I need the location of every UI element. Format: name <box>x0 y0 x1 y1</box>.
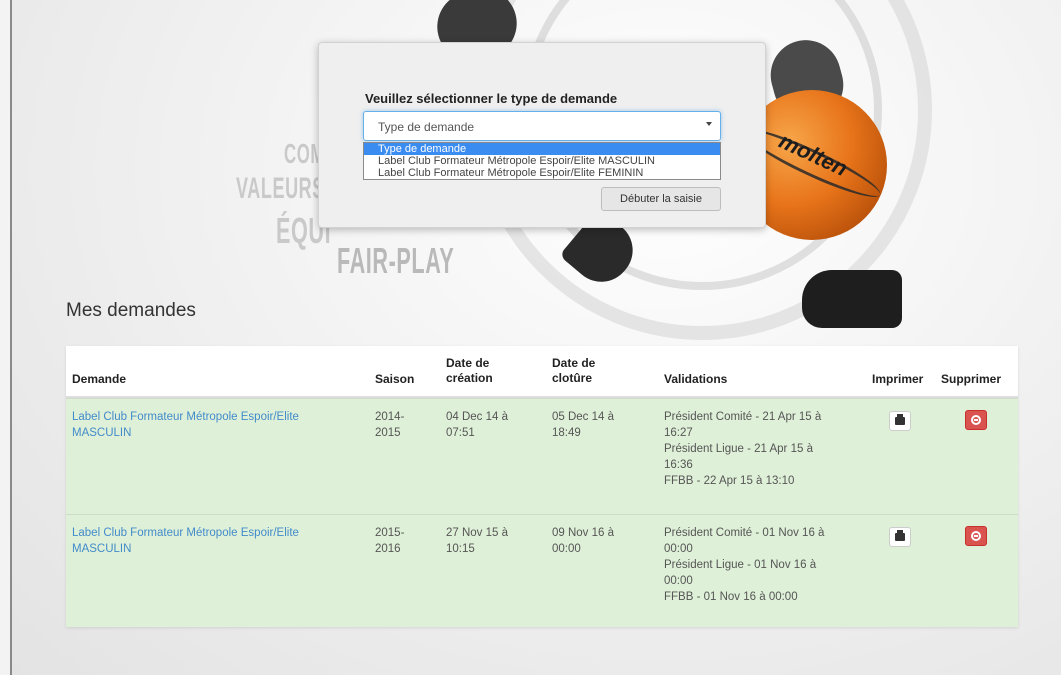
col-imprimer: Imprimer <box>872 372 924 386</box>
player-shoe-right <box>802 270 902 328</box>
print-button[interactable] <box>889 527 911 547</box>
cell-cloture: 05 Dec 14 à 18:49 <box>552 411 615 439</box>
cell-creation: 04 Dec 14 à 07:51 <box>446 411 509 439</box>
table-row: Label Club Formateur Métropole Espoir/El… <box>66 514 1018 627</box>
col-cloture: Date de clotûre <box>552 356 596 385</box>
section-title: Mes demandes <box>66 300 196 321</box>
select-value: Type de demande <box>378 120 475 134</box>
modal-title: Veuillez sélectionner le type de demande <box>365 91 618 106</box>
dropdown-option[interactable]: Label Club Formateur Métropole Espoir/El… <box>364 167 720 179</box>
table-header: Demande Saison Date de création Date de cl… <box>66 346 1018 398</box>
hero-word-2: VALEURS <box>236 172 325 205</box>
delete-icon <box>971 531 981 541</box>
hero-word-4: FAIR-PLAY <box>337 240 455 281</box>
request-type-dropdown: Type de demande Label Club Formateur Mét… <box>363 142 721 180</box>
request-type-select[interactable]: Type de demande <box>363 111 721 141</box>
col-creation: Date de création <box>446 356 493 385</box>
col-demande: Demande <box>72 372 127 386</box>
request-link[interactable]: Label Club Formateur Métropole Espoir/El… <box>72 525 299 557</box>
cell-cloture: 09 Nov 16 à 00:00 <box>552 527 615 555</box>
delete-button[interactable] <box>965 526 987 546</box>
col-supprimer: Supprimer <box>941 372 1002 386</box>
cell-saison: 2015- 2016 <box>375 527 405 555</box>
print-icon <box>895 530 905 541</box>
cell-validations: Président Comité - 21 Apr 15 à 16:27 Pré… <box>664 411 822 487</box>
cell-creation: 27 Nov 15 à 10:15 <box>446 527 509 555</box>
print-button[interactable] <box>889 411 911 431</box>
delete-icon <box>971 415 981 425</box>
start-entry-button[interactable]: Débuter la saisie <box>601 187 721 211</box>
col-saison: Saison <box>375 372 415 386</box>
requests-table: Demande Saison Date de création Date de cl… <box>66 346 1018 627</box>
chevron-down-icon <box>706 122 712 126</box>
dropdown-option[interactable]: Type de demande <box>364 143 720 155</box>
col-validations: Validations <box>664 372 728 386</box>
request-type-modal: Veuillez sélectionner le type de demande… <box>318 42 766 228</box>
dropdown-option[interactable]: Label Club Formateur Métropole Espoir/El… <box>364 155 720 167</box>
cell-saison: 2014- 2015 <box>375 411 405 439</box>
table-row: Label Club Formateur Métropole Espoir/El… <box>66 398 1018 514</box>
delete-button[interactable] <box>965 410 987 430</box>
request-link[interactable]: Label Club Formateur Métropole Espoir/El… <box>72 409 299 441</box>
print-icon <box>895 414 905 425</box>
cell-validations: Président Comité - 01 Nov 16 à 00:00 Pré… <box>664 527 825 603</box>
